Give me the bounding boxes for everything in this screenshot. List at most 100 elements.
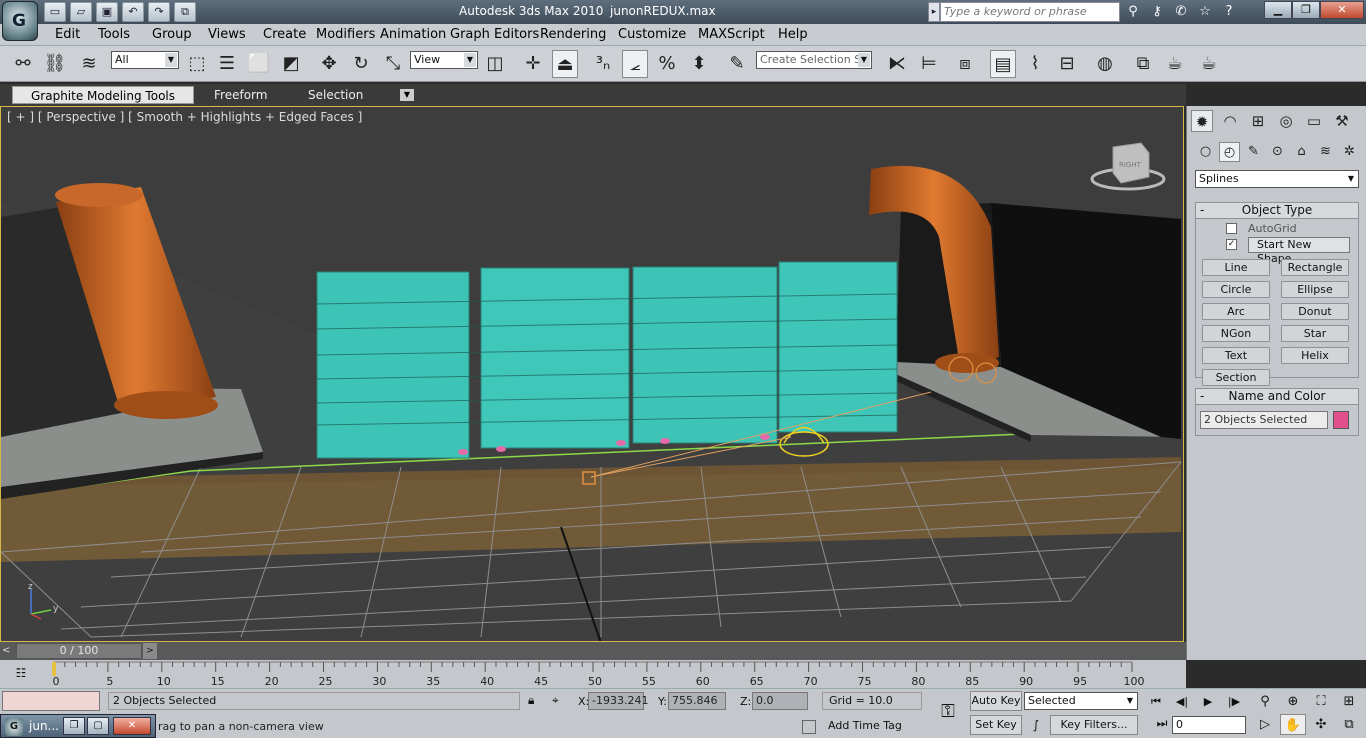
helix-button[interactable]: Helix — [1281, 347, 1349, 364]
menu-views[interactable]: Views — [208, 27, 246, 42]
menu-maxscript[interactable]: MAXScript — [698, 27, 765, 42]
mini-maximize-icon[interactable]: ▢ — [87, 717, 109, 735]
ellipse-button[interactable]: Ellipse — [1281, 281, 1349, 298]
save-file-icon[interactable]: ▣ — [96, 2, 118, 22]
select-and-manipulate-icon[interactable]: ✛ — [520, 50, 546, 78]
go-to-start-icon[interactable]: ⏮ — [1144, 692, 1168, 712]
set-key-button[interactable]: Set Key — [970, 715, 1022, 735]
select-and-scale-icon[interactable]: ⤡ — [380, 50, 406, 78]
spinner-snap-icon[interactable]: ⬍ — [686, 50, 712, 78]
window-crossing-icon[interactable]: ◩ — [278, 50, 304, 78]
selection-filter-dropdown[interactable]: All ▼ — [111, 51, 179, 69]
viewport-label[interactable]: [ + ] [ Perspective ] [ Smooth + Highlig… — [7, 110, 362, 124]
menu-create[interactable]: Create — [263, 27, 306, 42]
tab-selection[interactable]: Selection — [298, 86, 373, 104]
menu-rendering[interactable]: Rendering — [540, 27, 606, 42]
current-frame-field[interactable]: 0 — [1172, 716, 1246, 734]
text-button[interactable]: Text — [1202, 347, 1270, 364]
track-ruler[interactable]: 0 5 10 15 20 25 30 35 40 45 50 55 60 65 70 75 80 85 90 95 10… — [0, 660, 1186, 688]
communication-center-icon[interactable]: ✆ — [1170, 2, 1192, 22]
ngon-button[interactable]: NGon — [1202, 325, 1270, 342]
select-by-name-icon[interactable]: ☰ — [214, 50, 240, 78]
use-pivot-point-center-icon[interactable]: ◫ — [482, 50, 508, 78]
time-slider[interactable]: < 0 / 100 > — [0, 642, 1186, 660]
menu-animation[interactable]: Animation — [380, 27, 446, 42]
utilities-panel-icon[interactable]: ⚒ — [1331, 110, 1353, 132]
cameras-icon[interactable]: ⊙ — [1267, 142, 1288, 162]
name-and-color-header[interactable]: - Name and Color — [1196, 389, 1358, 405]
ribbon-menu-icon[interactable]: ▼ — [400, 89, 414, 101]
key-mode-dropdown[interactable]: Selected ▼ — [1024, 692, 1138, 710]
autogrid-checkbox[interactable] — [1226, 223, 1237, 234]
circle-button[interactable]: Circle — [1202, 281, 1270, 298]
lights-icon[interactable]: ✎ — [1243, 142, 1264, 162]
graphite-modeling-tools-toggle-icon[interactable]: ▤ — [990, 50, 1016, 78]
mirror-icon[interactable]: ⧔ — [884, 50, 910, 78]
current-frame-marker[interactable] — [52, 662, 56, 676]
arc-button[interactable]: Arc — [1202, 303, 1270, 320]
close-icon[interactable]: ✕ — [1320, 1, 1364, 19]
snaps-toggle-icon[interactable]: ³ₙ — [590, 50, 616, 78]
z-coordinate-field[interactable]: 0.0 — [752, 692, 808, 710]
absolute-mode-icon[interactable]: ⌖ — [552, 693, 568, 709]
rectangular-selection-icon[interactable]: ⬜ — [246, 50, 272, 78]
angle-snap-icon[interactable]: ⦟ — [622, 50, 648, 78]
keyboard-shortcut-override-icon[interactable]: ⏏ — [552, 50, 578, 78]
key-filters-button[interactable]: Key Filters... — [1050, 715, 1138, 735]
time-slider-thumb[interactable]: 0 / 100 — [16, 643, 142, 659]
section-button[interactable]: Section — [1202, 369, 1270, 386]
subscription-icon[interactable]: ⚷ — [1146, 2, 1168, 22]
tab-graphite-modeling-tools[interactable]: Graphite Modeling Tools — [12, 86, 194, 104]
menu-help[interactable]: Help — [778, 27, 808, 42]
menu-group[interactable]: Group — [152, 27, 192, 42]
menu-customize[interactable]: Customize — [618, 27, 686, 42]
rectangle-button[interactable]: Rectangle — [1281, 259, 1349, 276]
select-and-move-icon[interactable]: ✥ — [316, 50, 342, 78]
space-warps-icon[interactable]: ≋ — [1315, 142, 1336, 162]
orbit-icon[interactable]: ✣ — [1308, 714, 1334, 735]
systems-icon[interactable]: ✲ — [1339, 142, 1360, 162]
reference-coordinate-dropdown[interactable]: View ▼ — [410, 51, 478, 69]
object-color-swatch[interactable] — [1333, 411, 1349, 429]
time-tag-icon[interactable] — [802, 720, 816, 734]
select-and-rotate-icon[interactable]: ↻ — [348, 50, 374, 78]
pan-view-hand-icon[interactable]: ✋ — [1280, 714, 1306, 735]
zoom-extents-icon[interactable]: ⛶ — [1308, 691, 1334, 712]
select-object-icon[interactable]: ⬚ — [184, 50, 210, 78]
render-production-icon[interactable]: ☕ — [1196, 50, 1222, 78]
menu-modifiers[interactable]: Modifiers — [316, 27, 375, 42]
default-tangent-icon[interactable]: ∫ — [1026, 715, 1046, 735]
shape-category-dropdown[interactable]: Splines ▼ — [1195, 170, 1359, 188]
open-file-icon[interactable]: ▱ — [70, 2, 92, 22]
next-key-icon[interactable]: |▶ — [1222, 692, 1246, 712]
y-coordinate-field[interactable]: 755.846 — [668, 692, 726, 710]
unlink-selection-icon[interactable]: ⛓ — [42, 50, 68, 78]
auto-key-button[interactable]: Auto Key — [970, 691, 1022, 711]
selection-lock-icon[interactable]: 🔒︎ — [528, 693, 542, 709]
shapes-icon[interactable]: ◴ — [1219, 142, 1240, 162]
create-panel-icon[interactable]: ✹ — [1191, 110, 1213, 132]
perspective-viewport[interactable]: [ + ] [ Perspective ] [ Smooth + Highlig… — [0, 106, 1184, 642]
hierarchy-panel-icon[interactable]: ⊞ — [1247, 110, 1269, 132]
render-setup-icon[interactable]: ⧉ — [1130, 50, 1156, 78]
binoculars-icon[interactable]: ⚲ — [1122, 2, 1144, 22]
previous-key-icon[interactable]: ◀| — [1170, 692, 1194, 712]
rendered-frame-window-icon[interactable]: ☕ — [1162, 50, 1188, 78]
edit-named-selection-icon[interactable]: ✎ — [724, 50, 750, 78]
mini-close-icon[interactable]: ✕ — [113, 717, 151, 735]
object-name-input[interactable]: 2 Objects Selected — [1200, 411, 1328, 429]
helpers-icon[interactable]: ⌂ — [1291, 142, 1312, 162]
key-mode-toggle-icon[interactable]: ⏭ — [1154, 716, 1170, 734]
x-coordinate-field[interactable]: -1933.241 — [588, 692, 648, 710]
object-type-header[interactable]: - Object Type — [1196, 203, 1358, 219]
field-of-view-icon[interactable]: ▷ — [1252, 714, 1278, 735]
bind-to-space-warp-icon[interactable]: ≋ — [76, 50, 102, 78]
search-expand-icon[interactable]: ▸ — [928, 2, 940, 22]
restore-icon[interactable]: ❐ — [1292, 1, 1320, 19]
track-bar[interactable]: ☷ 0 5 10 15 20 25 30 35 40 45 50 55 60 65 70 75 80 85 90 95… — [0, 660, 1186, 688]
project-folder-icon[interactable]: ⧉ — [174, 2, 196, 22]
start-new-shape-button[interactable]: Start New Shape — [1248, 237, 1350, 265]
maxscript-listener[interactable] — [2, 691, 100, 711]
display-panel-icon[interactable]: ▭ — [1303, 110, 1325, 132]
percent-snap-icon[interactable]: % — [654, 50, 680, 78]
